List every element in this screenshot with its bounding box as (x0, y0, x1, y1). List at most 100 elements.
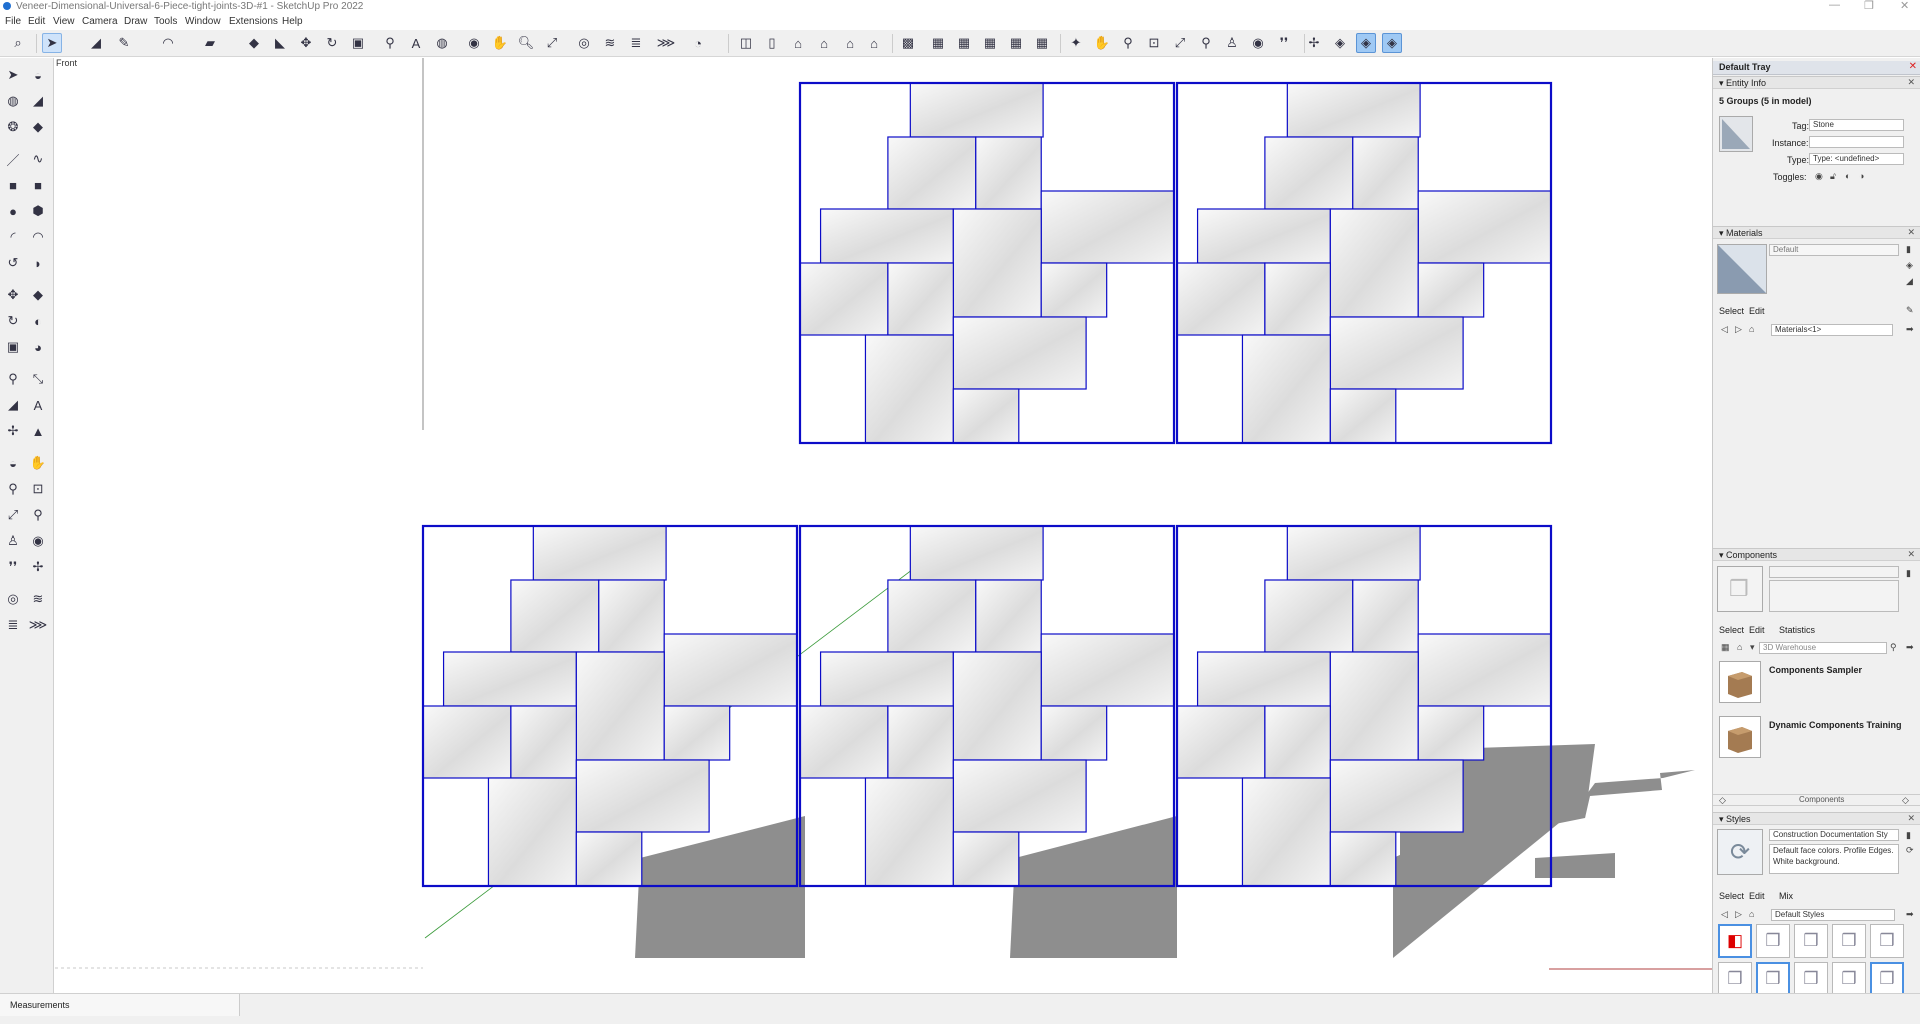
components-tab-edit[interactable]: Edit (1749, 625, 1765, 635)
zoom-icon[interactable]: ⚲ (2, 478, 24, 500)
orbit-icon[interactable]: ◉ (464, 33, 484, 53)
walk-icon[interactable]: ❜❜ (1274, 33, 1294, 53)
menu-edit[interactable]: Edit (28, 16, 45, 27)
visible-toggle-icon[interactable]: ◉ (1815, 171, 1823, 182)
tape-measure-icon[interactable]: ⚲ (380, 33, 400, 53)
two-point-arc-icon[interactable]: ↺ (2, 252, 24, 274)
component-details-icon[interactable]: ▮ (1906, 568, 1911, 579)
layers-icon[interactable]: ≣ (626, 33, 646, 53)
sandbox3-icon[interactable]: ≣ (2, 614, 24, 636)
components-search-icon[interactable]: ⚲ (1890, 642, 1897, 653)
follow-me-icon[interactable]: ◐ (27, 310, 49, 332)
menu-window[interactable]: Window (185, 16, 221, 27)
pan-icon[interactable]: ✋ (27, 452, 49, 474)
profile-icon[interactable]: ◔ (688, 33, 708, 53)
zoom-extents-view-icon[interactable]: ⤢ (1170, 33, 1190, 53)
look-around-icon[interactable]: ◉ (1248, 33, 1268, 53)
receive-shadow-icon[interactable]: ◑ (1859, 171, 1864, 181)
styles-details-arrow-icon[interactable]: ➡ (1906, 909, 1914, 920)
materials-header[interactable]: ▾ Materials ✕ (1713, 226, 1920, 239)
select-arrow-icon[interactable]: ➤ (42, 33, 62, 53)
drawing-viewport[interactable]: Front (55, 58, 1712, 993)
paint-bucket-icon[interactable]: ▰ (200, 33, 220, 53)
axes-icon[interactable]: ✢ (2, 420, 24, 442)
menu-extensions[interactable]: Extensions (229, 16, 278, 27)
create-material-icon[interactable]: ▮ (1906, 244, 1911, 255)
move-icon[interactable]: ✥ (296, 33, 316, 53)
eraser-icon[interactable]: ◢ (27, 90, 49, 112)
style-thumb[interactable]: ◧ (1718, 924, 1752, 958)
menu-draw[interactable]: Draw (124, 16, 147, 27)
details-arrow-icon[interactable]: ➡ (1906, 324, 1914, 335)
display-secondary-icon[interactable]: ◢ (1906, 276, 1913, 287)
materials-tab-edit[interactable]: Edit (1749, 306, 1765, 316)
menu-view[interactable]: View (53, 16, 75, 27)
material-name-field[interactable]: Default (1769, 244, 1899, 256)
text-icon[interactable]: A (406, 33, 426, 53)
follow-me-icon[interactable]: ◣ (270, 33, 290, 53)
pan-icon[interactable]: ✋ (490, 33, 510, 53)
look-around-icon[interactable]: ◉ (27, 530, 49, 552)
maximize-button[interactable]: ❐ (1864, 0, 1874, 12)
eyedropper-icon[interactable]: ✎ (1906, 305, 1914, 316)
paint-icon[interactable]: ◍ (2, 90, 24, 112)
select-icon[interactable]: ➤ (2, 64, 24, 86)
style-thumb[interactable]: ❒ (1756, 962, 1790, 993)
lock-toggle-icon[interactable]: 🔓︎ (1830, 171, 1836, 182)
materials-library-select[interactable]: Materials<1> (1771, 324, 1893, 336)
styles-header[interactable]: ▾ Styles ✕ (1713, 812, 1920, 825)
tape-icon[interactable]: ⚲ (2, 368, 24, 390)
shaded-icon[interactable]: ▦ (980, 33, 1000, 53)
close-button[interactable]: ✕ (1900, 0, 1909, 12)
arc-icon[interactable]: ◠ (158, 33, 178, 53)
eraser-icon[interactable]: ◢ (86, 33, 106, 53)
components-footer-right-icon[interactable]: ◇ (1902, 795, 1909, 806)
circle-icon[interactable]: ● (2, 200, 24, 222)
section-plane-icon[interactable]: ◎ (574, 33, 594, 53)
polygon-icon[interactable]: ⬢ (27, 200, 49, 222)
components-details-arrow-icon[interactable]: ➡ (1906, 642, 1914, 653)
styles-library-select[interactable]: Default Styles (1771, 909, 1895, 921)
style-thumb[interactable]: ❒ (1794, 924, 1828, 958)
components-header[interactable]: ▾ Components ✕ (1713, 548, 1920, 561)
pan-view-icon[interactable]: ✋ (1092, 33, 1112, 53)
style-thumb[interactable]: ❒ (1870, 924, 1904, 958)
text-icon[interactable]: A (27, 394, 49, 416)
previous-view-icon[interactable]: ⚲ (27, 504, 49, 526)
move-icon[interactable]: ✥ (2, 284, 24, 306)
monochrome-icon[interactable]: ▦ (1032, 33, 1052, 53)
search-icon[interactable]: ⌕ (8, 33, 28, 53)
style-thumb[interactable]: ❒ (1718, 962, 1752, 993)
styles-tab-select[interactable]: Select (1719, 891, 1744, 901)
components-sampler-label[interactable]: Components Sampler (1769, 665, 1862, 675)
dimension-icon[interactable]: ⤡ (27, 368, 49, 390)
close-entity-info-icon[interactable]: ✕ (1907, 77, 1915, 88)
offset-icon[interactable]: ◕ (27, 336, 49, 358)
section-cut-icon[interactable]: ≋ (600, 33, 620, 53)
previous-view-icon[interactable]: ⚲ (1196, 33, 1216, 53)
pie-icon[interactable]: ◠ (27, 226, 49, 248)
style-thumb[interactable]: ❒ (1870, 962, 1904, 993)
styles-back-icon[interactable]: ◁ (1721, 909, 1728, 920)
styles-tab-mix[interactable]: Mix (1779, 891, 1793, 901)
components-home-icon[interactable]: ⌂ (1737, 642, 1742, 652)
walk-icon[interactable]: ❜❜ (2, 556, 24, 578)
menu-file[interactable]: File (5, 16, 21, 27)
position-camera-icon[interactable]: ♙ (1222, 33, 1242, 53)
paint-icon[interactable]: ◍ (432, 33, 452, 53)
close-materials-icon[interactable]: ✕ (1907, 227, 1915, 238)
style-thumb[interactable]: ❒ (1832, 924, 1866, 958)
pushpull-icon[interactable]: ◆ (244, 33, 264, 53)
scale-icon[interactable]: ▣ (348, 33, 368, 53)
close-components-icon[interactable]: ✕ (1907, 549, 1915, 560)
protractor-icon[interactable]: ◢ (2, 394, 24, 416)
close-tray-icon[interactable]: ✕ (1909, 61, 1917, 72)
home-icon[interactable]: ⌂ (1749, 324, 1754, 334)
hidden-line-icon[interactable]: ▦ (954, 33, 974, 53)
iso-view-icon[interactable]: ◫ (736, 33, 756, 53)
dynamic-components-thumb[interactable] (1719, 716, 1761, 758)
three-point-arc-icon[interactable]: ◗ (27, 252, 49, 274)
styles-tab-edit[interactable]: Edit (1749, 891, 1765, 901)
shadow-icon[interactable]: ◈ (1356, 33, 1376, 53)
style-thumb[interactable]: ❒ (1832, 962, 1866, 993)
